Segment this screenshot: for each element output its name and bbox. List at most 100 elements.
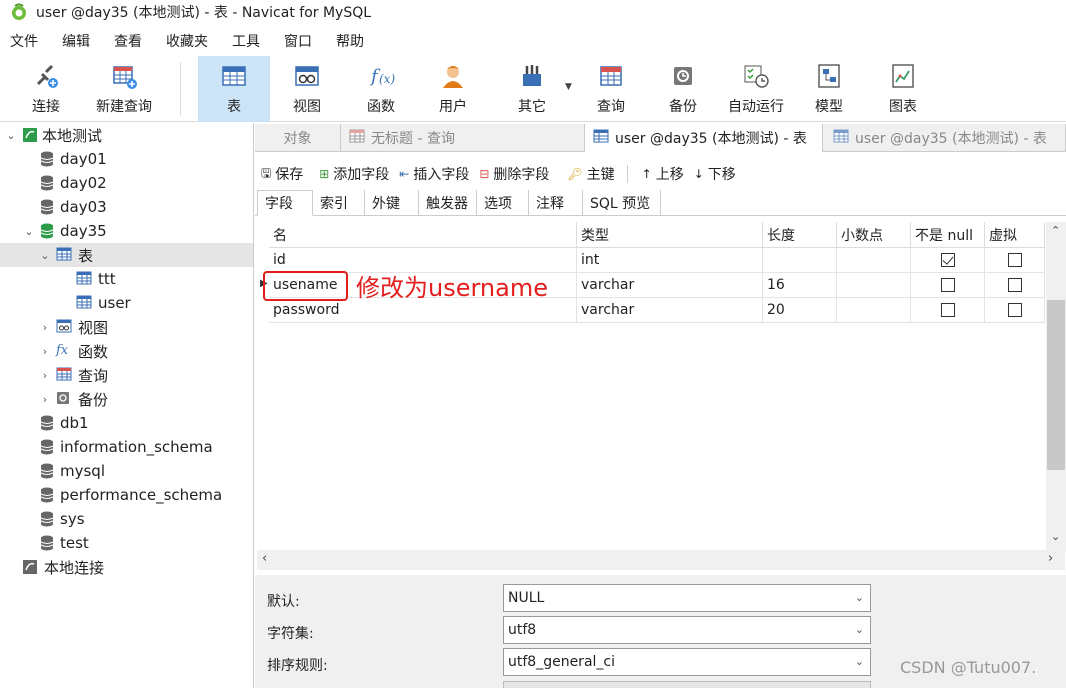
not-null-checkbox[interactable] xyxy=(940,278,955,292)
subtab-triggers[interactable]: 触发器 xyxy=(419,190,477,216)
menu-file[interactable]: 文件 xyxy=(10,31,38,51)
chart-button[interactable]: 图表 xyxy=(874,56,932,122)
tree-backups-folder[interactable]: › 备份 xyxy=(38,387,108,411)
menu-tools[interactable]: 工具 xyxy=(232,31,260,51)
scroll-left-icon[interactable]: ‹ xyxy=(262,551,267,566)
subtab-options[interactable]: 选项 xyxy=(477,190,529,216)
menu-edit[interactable]: 编辑 xyxy=(62,31,90,51)
menu-favorites[interactable]: 收藏夹 xyxy=(166,31,208,51)
tree-db-sys[interactable]: sys xyxy=(40,507,85,531)
view-icon xyxy=(56,319,72,335)
insert-field-button[interactable]: ⇤ 插入字段 xyxy=(399,164,469,184)
virtual-checkbox[interactable] xyxy=(1007,303,1022,317)
charset-select[interactable]: utf8 ⌄ xyxy=(503,616,871,644)
tree-db-information-schema[interactable]: information_schema xyxy=(40,435,213,459)
default-select[interactable]: NULL ⌄ xyxy=(503,584,871,612)
tree-db-day35[interactable]: ⌄ day35 xyxy=(22,219,106,243)
annotation-highlight-box xyxy=(263,271,348,301)
subtab-foreign-keys[interactable]: 外键 xyxy=(365,190,419,216)
cell-decimals[interactable] xyxy=(837,298,911,323)
tree-views-folder[interactable]: › 视图 xyxy=(38,315,108,339)
column-header-virtual[interactable]: 虚拟 xyxy=(985,222,1045,248)
cell-length[interactable] xyxy=(763,248,837,273)
menu-window[interactable]: 窗口 xyxy=(284,31,312,51)
chevron-down-icon[interactable]: ⌄ xyxy=(22,225,36,238)
delete-field-button[interactable]: ⊟ 删除字段 xyxy=(479,164,549,184)
not-null-checkbox[interactable] xyxy=(940,303,955,317)
scroll-down-icon[interactable]: ⌄ xyxy=(1051,530,1060,543)
chevron-right-icon[interactable]: › xyxy=(38,321,52,334)
tree-db-mysql[interactable]: mysql xyxy=(40,459,105,483)
new-query-button[interactable]: 新建查询 xyxy=(88,56,160,122)
tree-db-test[interactable]: test xyxy=(40,531,89,555)
next-property-field[interactable] xyxy=(503,681,871,688)
user-button[interactable]: 用户 xyxy=(424,56,482,122)
subtab-comments[interactable]: 注释 xyxy=(529,190,583,216)
virtual-checkbox[interactable] xyxy=(1007,278,1022,292)
collation-label: 排序规则: xyxy=(267,658,328,674)
subtab-sql-preview[interactable]: SQL 预览 xyxy=(583,190,661,216)
scroll-right-icon[interactable]: › xyxy=(1048,551,1053,566)
move-down-button[interactable]: ↓ 下移 xyxy=(694,164,736,184)
save-button[interactable]: 🖫 保存 xyxy=(261,164,303,185)
cell-length[interactable]: 16 xyxy=(763,273,837,298)
other-button[interactable]: 其它 xyxy=(500,56,564,122)
backup-button[interactable]: 备份 xyxy=(654,56,712,122)
horizontal-scrollbar[interactable]: ‹ › xyxy=(257,550,1065,570)
cell-decimals[interactable] xyxy=(837,248,911,273)
tree-connection-local-test[interactable]: ⌄ 本地测试 xyxy=(4,123,102,147)
chevron-right-icon[interactable]: › xyxy=(38,393,52,406)
subtab-indexes[interactable]: 索引 xyxy=(313,190,365,216)
view-button[interactable]: 视图 xyxy=(278,56,336,122)
tree-db-db1[interactable]: db1 xyxy=(40,411,89,435)
cell-decimals[interactable] xyxy=(837,273,911,298)
chevron-down-icon[interactable]: ⌄ xyxy=(38,249,52,262)
other-dropdown-arrow-icon[interactable]: ▼ xyxy=(565,82,572,92)
move-up-button[interactable]: ↑ 上移 xyxy=(642,164,684,184)
tab-user-table-active[interactable]: user @day35 (本地测试) - 表 xyxy=(585,124,823,152)
chevron-right-icon[interactable]: › xyxy=(38,369,52,382)
tree-db-day02[interactable]: day02 xyxy=(40,171,107,195)
not-null-checkbox[interactable] xyxy=(940,253,955,267)
subtab-fields[interactable]: 字段 xyxy=(257,190,313,216)
query-button[interactable]: 查询 xyxy=(582,56,640,122)
collation-select[interactable]: utf8_general_ci ⌄ xyxy=(503,648,871,676)
tree-db-day01[interactable]: day01 xyxy=(40,147,107,171)
tab-user-table[interactable]: user @day35 (本地测试) - 表 xyxy=(825,124,1066,152)
virtual-checkbox[interactable] xyxy=(1007,253,1022,267)
backup-icon xyxy=(669,62,697,90)
cell-length[interactable]: 20 xyxy=(763,298,837,323)
menu-bar: 文件 编辑 查看 收藏夹 工具 窗口 帮助 xyxy=(0,28,1066,54)
cell-type[interactable]: int xyxy=(577,248,763,273)
connection-button[interactable]: 连接 xyxy=(20,56,72,122)
tree-functions-folder[interactable]: › fx 函数 xyxy=(38,339,108,363)
tree-table-ttt[interactable]: ttt xyxy=(76,267,116,291)
tree-db-performance-schema[interactable]: performance_schema xyxy=(40,483,222,507)
tree-queries-folder[interactable]: › 查询 xyxy=(38,363,108,387)
tree-connection-local[interactable]: 本地连接 xyxy=(22,555,104,579)
add-field-button[interactable]: ⊞ 添加字段 xyxy=(319,164,389,184)
function-button[interactable]: f (x) 函数 xyxy=(352,56,410,122)
column-header-name[interactable]: 名 xyxy=(269,222,577,248)
column-header-length[interactable]: 长度 xyxy=(763,222,837,248)
tab-objects[interactable]: 对象 xyxy=(255,124,341,152)
tree-table-user[interactable]: user xyxy=(76,291,131,315)
cell-type[interactable]: varchar xyxy=(577,298,763,323)
tree-db-day03[interactable]: day03 xyxy=(40,195,107,219)
menu-help[interactable]: 帮助 xyxy=(336,31,364,51)
table-button[interactable]: 表 xyxy=(198,56,270,122)
cell-type[interactable]: varchar xyxy=(577,273,763,298)
column-header-not-null[interactable]: 不是 null xyxy=(911,222,985,248)
vertical-scroll-thumb[interactable] xyxy=(1047,300,1065,470)
chevron-down-icon[interactable]: ⌄ xyxy=(4,129,18,142)
menu-view[interactable]: 查看 xyxy=(114,31,142,51)
column-header-type[interactable]: 类型 xyxy=(577,222,763,248)
schedule-button[interactable]: 自动运行 xyxy=(722,56,790,122)
chevron-right-icon[interactable]: › xyxy=(38,345,52,358)
tab-untitled-query[interactable]: 无标题 - 查询 xyxy=(341,124,585,152)
column-header-decimals[interactable]: 小数点 xyxy=(837,222,911,248)
tree-tables-folder[interactable]: ⌄ 表 xyxy=(38,243,93,267)
scroll-up-icon[interactable]: ⌃ xyxy=(1051,224,1060,237)
model-button[interactable]: 模型 xyxy=(800,56,858,122)
primary-key-button[interactable]: 🔑︎ 主键 xyxy=(567,164,614,184)
